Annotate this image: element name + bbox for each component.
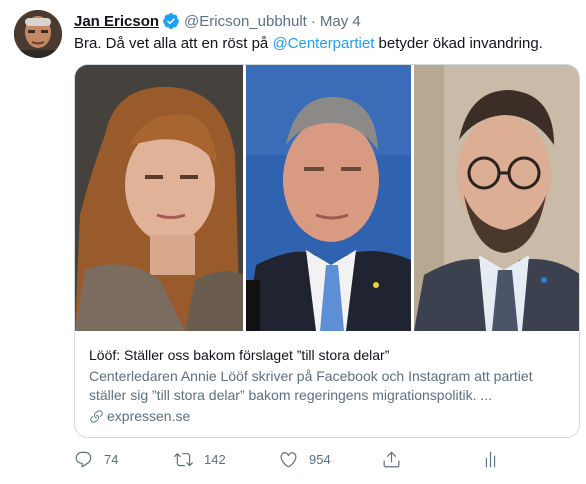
header-separator: · xyxy=(310,12,316,30)
retweet-button[interactable]: 142 xyxy=(174,450,226,469)
share-icon xyxy=(383,451,400,468)
share-button[interactable] xyxy=(382,450,412,469)
author-handle[interactable]: @Ericson_ubbhult xyxy=(184,13,307,30)
link-preview-card[interactable]: Lööf: Ställer oss bakom förslaget ”till … xyxy=(74,64,580,438)
mention-link[interactable]: @Centerpartiet xyxy=(272,35,374,52)
card-title[interactable]: Lööf: Ställer oss bakom förslaget ”till … xyxy=(89,346,569,365)
avatar[interactable] xyxy=(14,10,62,58)
reply-count: 74 xyxy=(104,452,119,467)
reply-icon xyxy=(75,451,92,468)
card-domain: expressen.se xyxy=(89,407,569,426)
tweet-header: Jan Ericson @Ericson_ubbhult · May 4 xyxy=(74,11,361,31)
analytics-button[interactable] xyxy=(481,450,511,469)
card-domain-text[interactable]: expressen.se xyxy=(107,407,190,426)
retweet-count: 142 xyxy=(204,452,226,467)
like-count: 954 xyxy=(309,452,331,467)
card-body: Lööf: Ställer oss bakom förslaget ”till … xyxy=(89,346,569,426)
verified-badge-icon xyxy=(162,12,180,30)
author-name[interactable]: Jan Ericson xyxy=(74,13,159,30)
card-image-collage xyxy=(75,65,579,331)
tweet-text-after: betyder ökad invandring. xyxy=(374,35,543,52)
link-icon xyxy=(90,410,103,423)
tweet-date[interactable]: May 4 xyxy=(320,13,361,30)
like-icon xyxy=(280,452,297,468)
tweet-text-before: Bra. Då vet alla att en röst på xyxy=(74,35,273,52)
card-image-woman xyxy=(75,65,243,331)
card-image-man-right xyxy=(414,65,579,331)
analytics-icon xyxy=(485,451,496,468)
tweet[interactable]: Jan Ericson @Ericson_ubbhult · May 4 Bra… xyxy=(0,0,586,484)
reply-button[interactable]: 74 xyxy=(74,450,118,469)
card-description: Centerledaren Annie Lööf skriver på Face… xyxy=(89,368,533,403)
avatar-portrait xyxy=(14,10,62,58)
like-button[interactable]: 954 xyxy=(279,450,331,469)
card-image-man-center xyxy=(246,65,411,331)
tweet-actions: 74 142 954 xyxy=(74,450,504,474)
retweet-icon xyxy=(174,453,193,467)
tweet-text: Bra. Då vet alla att en röst på @Centerp… xyxy=(74,34,543,54)
